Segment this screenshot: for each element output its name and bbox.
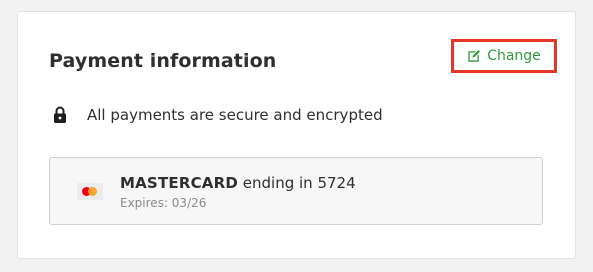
mastercard-logo-icon <box>77 183 103 200</box>
card-summary: MASTERCARD ending in 5724 <box>120 174 356 192</box>
section-title: Payment information <box>49 50 277 72</box>
secure-notice: All payments are secure and encrypted <box>53 106 383 124</box>
card-expiry: Expires: 03/26 <box>120 196 207 210</box>
change-label: Change <box>487 48 541 64</box>
card-brand: MASTERCARD <box>120 174 238 192</box>
card-ending: ending in 5724 <box>242 174 356 192</box>
lock-icon <box>53 106 87 124</box>
payment-information-card: Payment information Change All payments … <box>17 11 576 259</box>
edit-icon <box>467 49 481 63</box>
change-button[interactable]: Change <box>451 39 557 73</box>
secure-text: All payments are secure and encrypted <box>87 106 383 124</box>
saved-payment-method: MASTERCARD ending in 5724 Expires: 03/26 <box>49 157 543 225</box>
